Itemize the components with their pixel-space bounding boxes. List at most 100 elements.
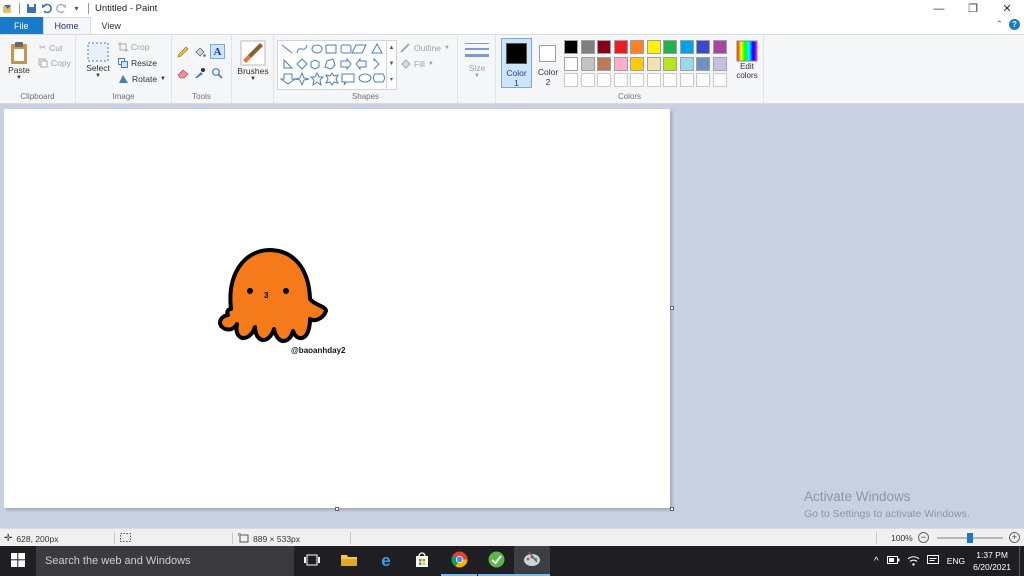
palette-swatch[interactable] [630, 40, 644, 54]
palette-swatch[interactable] [564, 56, 578, 71]
color1-button[interactable]: Color 1 [501, 38, 532, 88]
palette-swatch[interactable] [663, 56, 677, 71]
palette-custom-slot[interactable] [712, 73, 727, 87]
palette-swatch[interactable] [663, 40, 677, 54]
chevron-down-icon: ▼ [427, 60, 434, 67]
file-explorer-button[interactable] [331, 546, 367, 576]
collapse-ribbon-icon[interactable]: ⌃ [995, 19, 1003, 30]
eraser-icon[interactable] [177, 67, 189, 79]
resize-button[interactable]: Resize [118, 58, 157, 68]
palette-custom-slot[interactable] [646, 73, 661, 87]
chrome-button[interactable] [441, 546, 477, 576]
cut-button[interactable]: ✂ Cut [39, 42, 62, 53]
palette-custom-slot[interactable] [564, 73, 578, 87]
wifi-icon[interactable] [907, 555, 920, 568]
search-placeholder: Search the web and Windows [45, 555, 191, 567]
tab-home[interactable]: Home [42, 17, 91, 34]
chevron-down-icon: ▼ [95, 73, 101, 79]
canvas-size: 889 × 533px [237, 532, 300, 545]
palette-swatch[interactable] [696, 56, 710, 71]
pencil-icon[interactable] [177, 46, 189, 58]
palette-swatch[interactable] [646, 40, 661, 54]
edit-colors-button[interactable]: Edit colors [732, 40, 762, 90]
shapes-gallery[interactable] [277, 40, 397, 90]
help-icon[interactable]: ? [1009, 19, 1020, 30]
fill-button[interactable]: Fill ▼ [400, 58, 434, 69]
palette-swatch[interactable] [712, 40, 727, 54]
resize-handle-corner[interactable] [670, 507, 674, 511]
customize-qat-icon[interactable]: ▾ [71, 3, 82, 14]
chevron-down-icon: ▼ [160, 76, 166, 82]
tab-view[interactable]: View [91, 17, 132, 34]
save-icon[interactable] [26, 3, 37, 14]
fill-bucket-icon[interactable] [194, 46, 206, 58]
size-button[interactable]: Size ▼ [462, 41, 492, 79]
palette-swatch[interactable] [597, 56, 611, 71]
palette-swatch[interactable] [630, 56, 644, 71]
palette-swatch[interactable] [646, 56, 661, 71]
copy-button[interactable]: Copy [38, 58, 71, 68]
window-title: Untitled - Paint [95, 3, 158, 14]
palette-custom-slot[interactable] [580, 73, 595, 87]
text-tool-icon[interactable]: A [210, 44, 225, 59]
start-button[interactable] [0, 546, 36, 576]
clipboard-group: Paste ▼ ✂ Cut Copy Clipboard [0, 35, 76, 103]
zoom-out-button[interactable]: − [918, 532, 929, 543]
show-hidden-icons-chevron-icon[interactable]: ^ [874, 556, 879, 567]
palette-swatch[interactable] [679, 40, 694, 54]
color-picker-icon[interactable] [194, 67, 206, 79]
brushes-button[interactable]: Brushes ▼ [235, 40, 271, 82]
store-button[interactable] [404, 546, 440, 576]
paint-app-icon[interactable] [2, 3, 13, 14]
restore-button[interactable]: ❐ [956, 0, 990, 17]
shapes-scroll[interactable]: ▲ ▼ ▾ [386, 40, 396, 90]
palette-swatch[interactable] [580, 40, 595, 54]
palette-custom-slot[interactable] [696, 73, 710, 87]
paste-button[interactable]: Paste ▼ [6, 41, 32, 81]
zoom-slider[interactable] [937, 533, 1003, 543]
palette-custom-slot[interactable] [679, 73, 694, 87]
cursor-position-value: 628, 200px [16, 533, 59, 544]
drawing-canvas[interactable]: 3 @baoanhday2 [4, 109, 670, 508]
palette-swatch[interactable] [679, 56, 694, 71]
language-indicator[interactable]: ENG [947, 556, 965, 566]
palette-swatch[interactable] [597, 40, 611, 54]
resize-handle-right[interactable] [670, 306, 674, 310]
tools-group: A Tools [172, 35, 232, 103]
rotate-button[interactable]: Rotate ▼ [118, 74, 166, 84]
edge-browser-button[interactable]: e [368, 546, 404, 576]
minimize-button[interactable]: — [922, 0, 956, 17]
redo-icon[interactable] [56, 3, 67, 14]
tab-file[interactable]: File [0, 17, 43, 34]
clock[interactable]: 1:37 PM 6/20/2021 [973, 549, 1011, 573]
palette-swatch[interactable] [613, 40, 628, 54]
taskbar-search-box[interactable]: Search the web and Windows [36, 546, 294, 576]
palette-swatch[interactable] [712, 56, 727, 71]
palette-custom-slot[interactable] [597, 73, 611, 87]
undo-icon[interactable] [41, 3, 52, 14]
palette-swatch[interactable] [613, 56, 628, 71]
zoom-in-button[interactable]: + [1009, 532, 1020, 543]
palette-custom-slot[interactable] [613, 73, 628, 87]
show-desktop-button[interactable] [1019, 546, 1024, 576]
palette-swatch[interactable] [580, 56, 595, 71]
crop-button[interactable]: Crop [118, 42, 149, 52]
outline-button[interactable]: Outline ▼ [400, 42, 450, 53]
resize-handle-bottom[interactable] [335, 507, 339, 511]
zoom-slider-thumb[interactable] [967, 533, 973, 543]
magnifier-icon[interactable] [211, 67, 223, 79]
battery-icon[interactable] [886, 556, 900, 566]
action-center-icon[interactable] [926, 554, 939, 568]
palette-custom-slot[interactable] [630, 73, 644, 87]
paint-taskbar-button[interactable] [514, 546, 550, 576]
status-bar: ✛ 628, 200px 889 × 533px 100% − + [0, 528, 1024, 546]
palette-custom-slot[interactable] [663, 73, 677, 87]
palette-swatch[interactable] [696, 40, 710, 54]
task-view-button[interactable] [294, 546, 330, 576]
palette-swatch[interactable] [564, 40, 578, 54]
close-button[interactable]: ✕ [990, 0, 1024, 17]
select-button[interactable]: Select ▼ [84, 41, 112, 79]
green-app-button[interactable] [478, 546, 514, 576]
color2-button[interactable]: Color 2 [534, 38, 562, 88]
edit-colors-line2: colors [736, 71, 758, 80]
